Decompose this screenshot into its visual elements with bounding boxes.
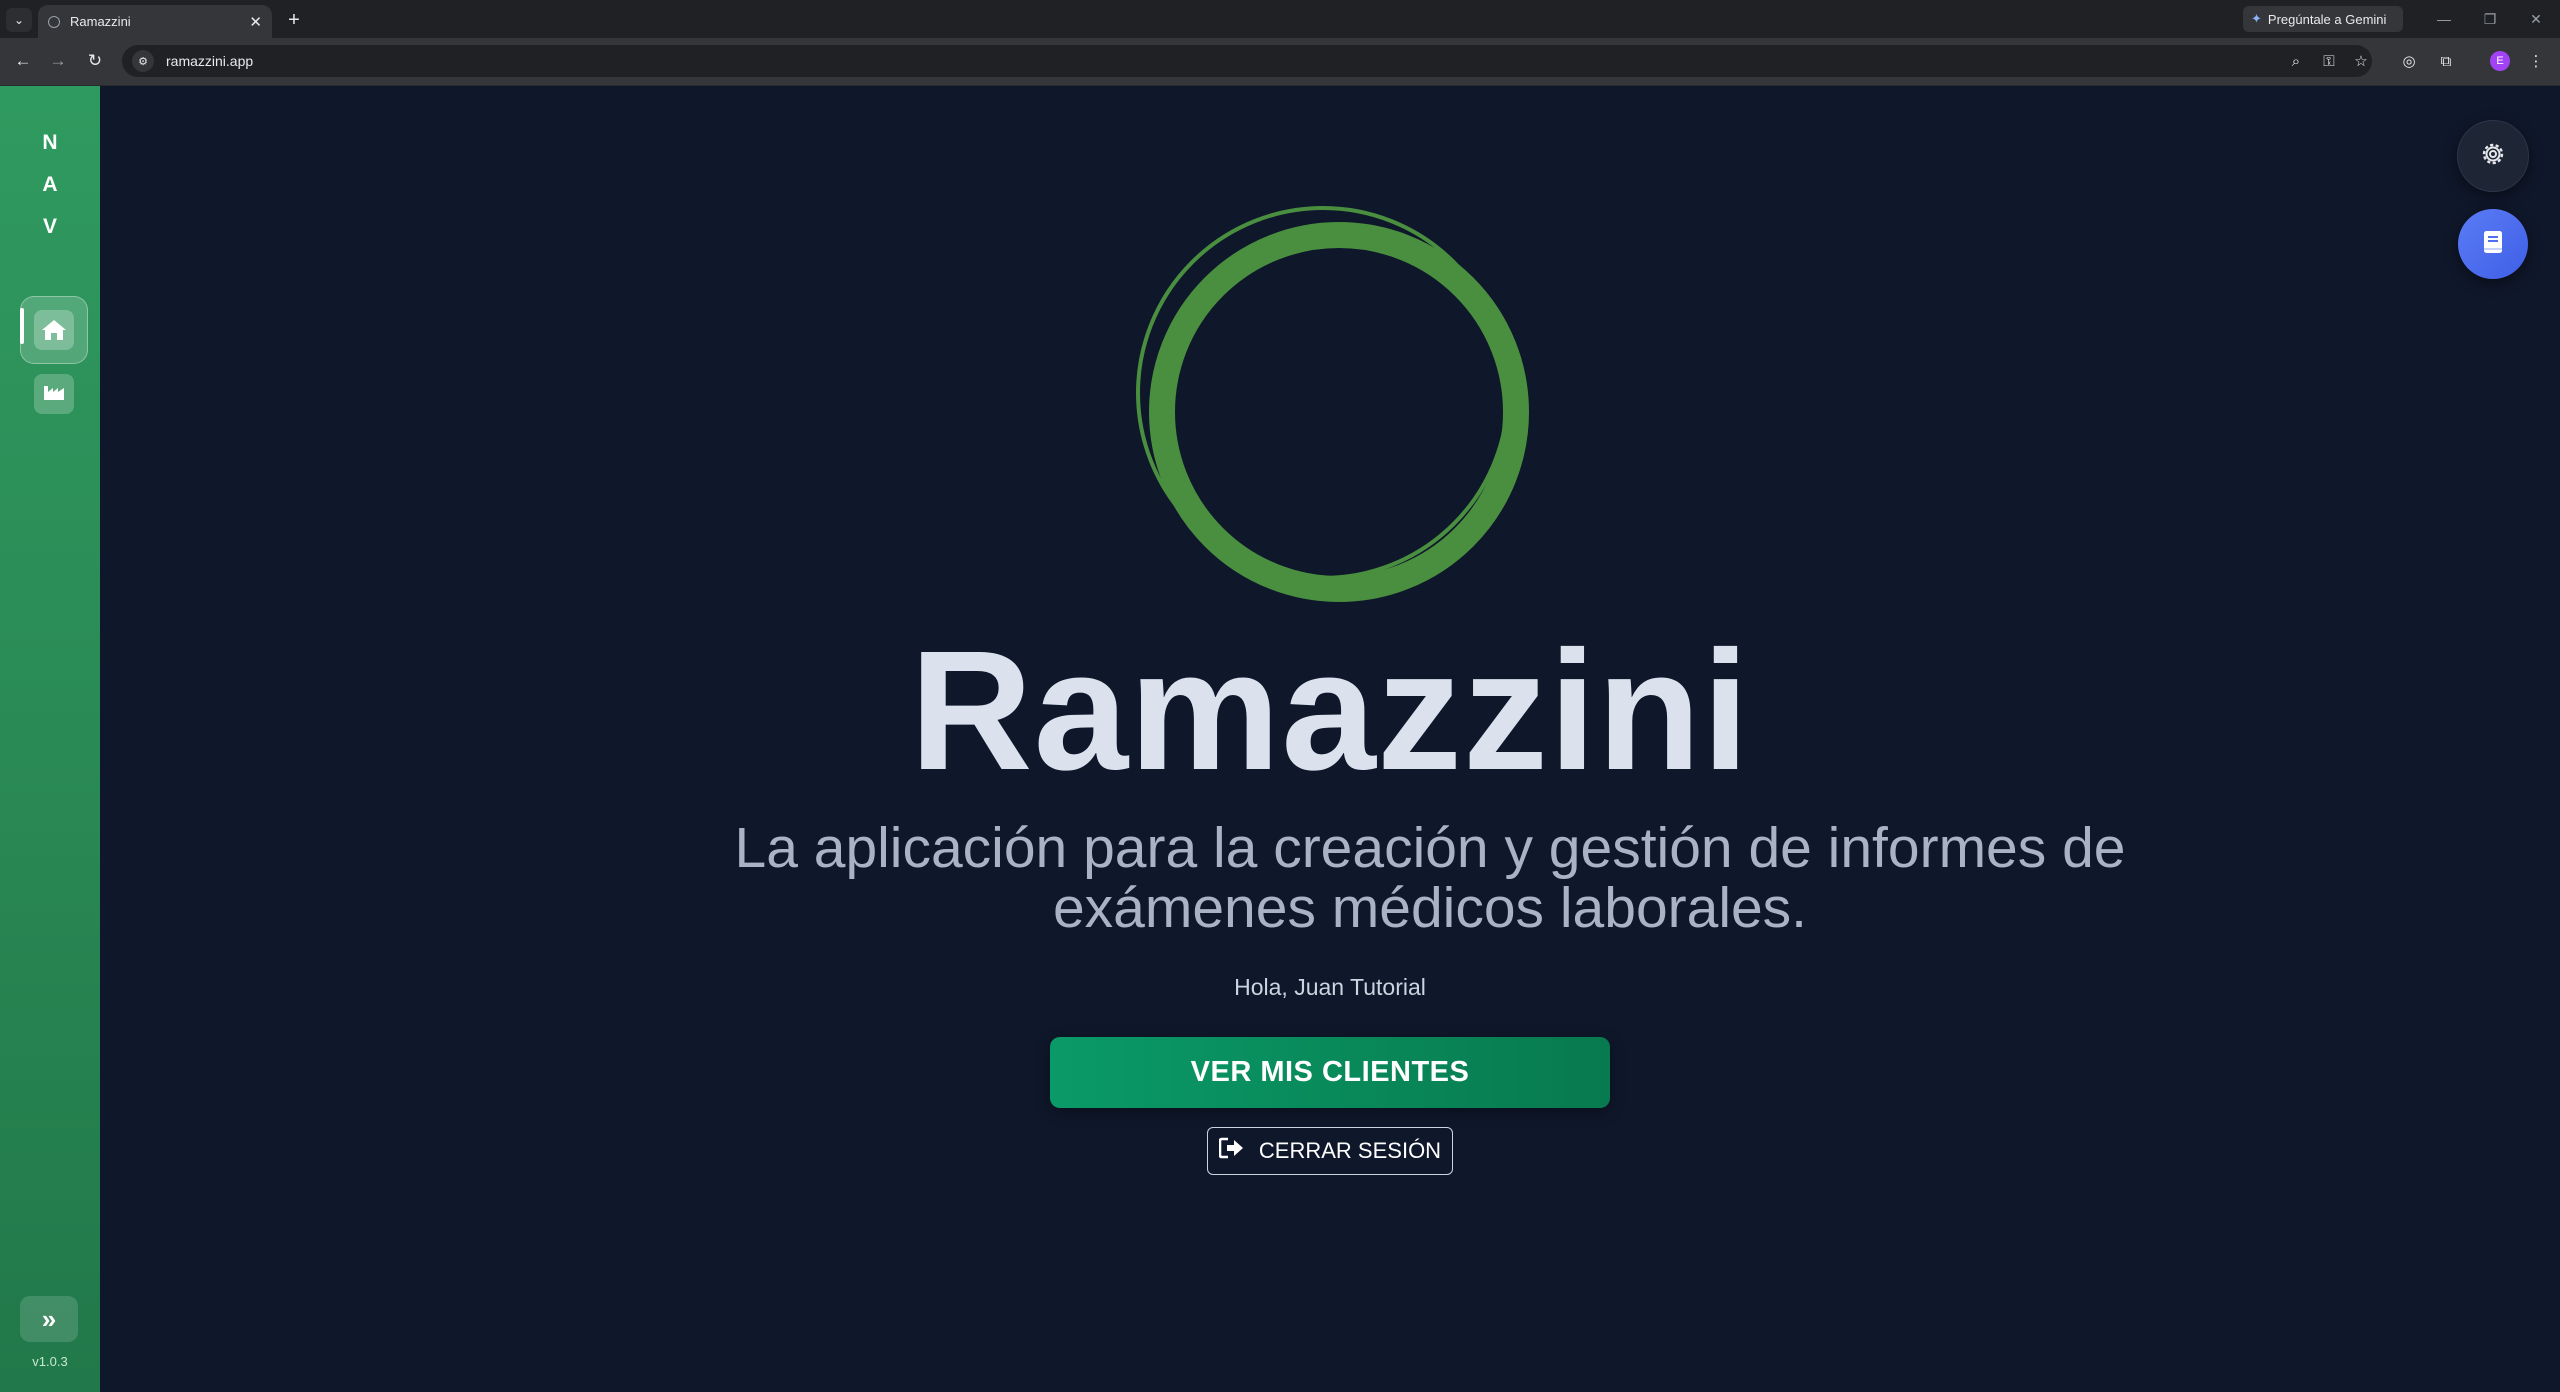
tab-favicon-icon [48, 15, 60, 28]
book-icon [2481, 229, 2505, 260]
tab-search-icon[interactable]: ⌄ [6, 8, 32, 32]
main-content: Ramazzini La aplicación para la creación… [100, 86, 2560, 1392]
nav-letters: N A V [0, 122, 100, 248]
site-info-icon[interactable]: ⚙ [132, 50, 154, 72]
sign-out-icon [1218, 1137, 1245, 1165]
tagline-line: La aplicación para la creación y gestión… [734, 816, 2126, 880]
logout-button[interactable]: CERRAR SESIÓN [1207, 1127, 1453, 1175]
nav-letter: V [42, 215, 57, 238]
gemini-button[interactable]: ✦ Pregúntale a Gemini [2243, 6, 2403, 32]
bookmark-star-icon[interactable]: ☆ [2350, 50, 2372, 72]
extensions-puzzle-icon[interactable]: ⧉ [2435, 50, 2457, 72]
back-icon[interactable]: ← [10, 48, 36, 74]
sidebar-item-home[interactable] [20, 296, 88, 364]
browser-toolbar: ← → ↻ ⚙ ramazzini.app ⌕ ⚿ ☆ ◎ ⧉ E ⋮ [0, 38, 2560, 86]
extension-sync-icon[interactable]: ◎ [2398, 50, 2420, 72]
app-tagline: La aplicación para la creación y gestión… [500, 818, 2360, 938]
settings-button[interactable] [2457, 120, 2529, 192]
gear-icon [2479, 140, 2507, 173]
view-clients-button[interactable]: VER MIS CLIENTES [1050, 1037, 1610, 1108]
browser-menu-icon[interactable]: ⋮ [2525, 50, 2547, 72]
tab-close-icon[interactable]: ✕ [249, 13, 262, 31]
address-bar[interactable]: ⚙ ramazzini.app [122, 45, 2372, 77]
factory-icon [43, 383, 65, 406]
app-brand-title: Ramazzini [909, 616, 1751, 806]
sidebar: N A V » v1.0.3 [0, 86, 100, 1392]
double-chevron-right-icon: » [41, 1303, 57, 1334]
ramazzini-logo [1136, 206, 1529, 602]
restore-icon[interactable]: ❐ [2478, 8, 2502, 30]
new-tab-button[interactable]: + [282, 8, 306, 32]
nav-letter: N [42, 131, 58, 154]
window-close-icon[interactable]: ✕ [2524, 8, 2548, 30]
app-version: v1.0.3 [32, 1354, 68, 1369]
tab-title: Ramazzini [70, 14, 131, 29]
logout-label: CERRAR SESIÓN [1258, 1138, 1442, 1163]
minimize-icon[interactable]: — [2432, 8, 2456, 30]
reload-icon[interactable]: ↻ [82, 48, 108, 74]
browser-tab[interactable]: Ramazzini ✕ [38, 5, 272, 38]
gemini-sparkle-icon: ✦ [2251, 11, 2262, 26]
sidebar-item-companies[interactable] [34, 374, 74, 414]
profile-avatar[interactable]: E [2490, 51, 2510, 71]
help-book-button[interactable] [2458, 209, 2528, 279]
user-greeting: Hola, Juan Tutorial [1234, 974, 1426, 1000]
zoom-icon[interactable]: ⌕ [2285, 50, 2307, 72]
browser-tabstrip: ⌄ Ramazzini ✕ + ✦ Pregúntale a Gemini — … [0, 0, 2560, 38]
forward-icon[interactable]: → [45, 48, 71, 74]
tagline-line: exámenes médicos laborales. [1052, 876, 1808, 940]
url-text: ramazzini.app [166, 53, 254, 69]
password-key-icon[interactable]: ⚿ [2318, 50, 2340, 72]
sidebar-expand-button[interactable]: » [20, 1296, 78, 1342]
home-icon [34, 310, 74, 350]
nav-letter: A [42, 173, 58, 196]
gemini-label: Pregúntale a Gemini [2267, 11, 2387, 27]
